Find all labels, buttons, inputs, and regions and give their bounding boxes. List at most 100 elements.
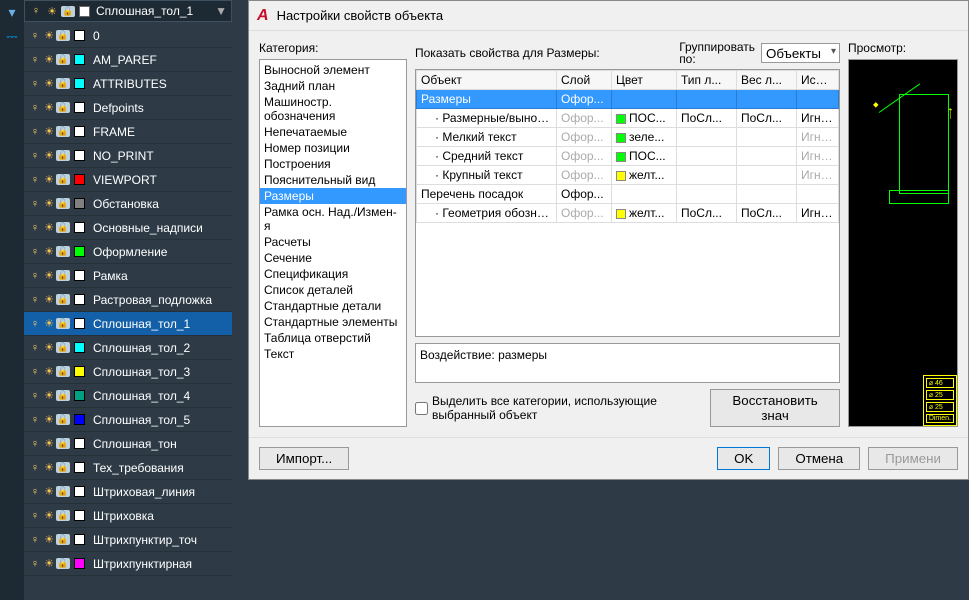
lightbulb-icon[interactable]: ♀ [28, 150, 42, 162]
grid-header[interactable]: Использ... [797, 71, 839, 90]
lightbulb-icon[interactable]: ♀ [28, 294, 42, 306]
lock-icon[interactable]: 🔓 [56, 342, 70, 353]
category-item[interactable]: Непечатаемые [260, 124, 406, 140]
lightbulb-icon[interactable]: ♀ [28, 534, 42, 546]
sun-icon[interactable]: ☀ [42, 149, 56, 162]
lock-icon[interactable]: 🔓 [56, 78, 70, 89]
lock-icon[interactable]: 🔓 [56, 414, 70, 425]
lightbulb-icon[interactable]: ♀ [28, 318, 42, 330]
category-item[interactable]: Стандартные детали [260, 298, 406, 314]
layer-row[interactable]: ♀☀🔓Сплошная_тон [24, 432, 232, 456]
lock-icon[interactable]: 🔓 [56, 390, 70, 401]
grid-header[interactable]: Тип л... [677, 71, 737, 90]
lightbulb-icon[interactable]: ♀ [28, 558, 42, 570]
layer-row[interactable]: ♀☀🔓Сплошная_тол_3 [24, 360, 232, 384]
lock-icon[interactable]: 🔓 [56, 54, 70, 65]
layer-row[interactable]: ♀☀🔓Сплошная_тол_2 [24, 336, 232, 360]
lightbulb-icon[interactable]: ♀ [28, 102, 42, 114]
toolbar-icon-1[interactable]: ▾ [0, 0, 24, 24]
lock-icon[interactable]: 🔓 [56, 198, 70, 209]
category-item[interactable]: Пояснительный вид [260, 172, 406, 188]
category-item[interactable]: Рамка осн. Над./Измен-я [260, 204, 406, 234]
lock-icon[interactable]: 🔓 [56, 246, 70, 257]
lightbulb-icon[interactable]: ♀ [28, 486, 42, 498]
sun-icon[interactable]: ☀ [42, 485, 56, 498]
grid-header[interactable]: Цвет [612, 71, 677, 90]
lightbulb-icon[interactable]: ♀ [28, 198, 42, 210]
lock-icon[interactable]: 🔓 [56, 150, 70, 161]
lightbulb-icon[interactable]: ♀ [28, 54, 42, 66]
category-item[interactable]: Таблица отверстий [260, 330, 406, 346]
layer-row[interactable]: ♀☀🔓AM_PAREF [24, 48, 232, 72]
highlight-all-checkbox[interactable] [415, 402, 428, 415]
toolbar-icon-2[interactable]: ⎓ [0, 24, 24, 48]
lock-icon[interactable]: 🔓 [56, 318, 70, 329]
layer-row[interactable]: ♀☀🔓Обстановка [24, 192, 232, 216]
lock-icon[interactable]: 🔓 [56, 558, 70, 569]
lightbulb-icon[interactable]: ♀ [28, 222, 42, 234]
layer-row[interactable]: ♀☀🔓Штриховая_линия [24, 480, 232, 504]
sun-icon[interactable]: ☀ [42, 221, 56, 234]
sun-icon[interactable]: ☀ [42, 197, 56, 210]
lock-icon[interactable]: 🔓 [56, 222, 70, 233]
sun-icon[interactable]: ☀ [42, 125, 56, 138]
current-layer-combo[interactable]: ♀ ☀ 🔓 Сплошная_тол_1 ▼ [24, 0, 232, 22]
layer-row[interactable]: ♀☀🔓Штрихпунктирная [24, 552, 232, 576]
lightbulb-icon[interactable]: ♀ [28, 462, 42, 474]
sun-icon[interactable]: ☀ [42, 317, 56, 330]
layer-row[interactable]: ♀☀🔓Сплошная_тол_5 [24, 408, 232, 432]
grid-header[interactable]: Слой [557, 71, 612, 90]
layer-row[interactable]: ♀☀🔓FRAME [24, 120, 232, 144]
lightbulb-icon[interactable]: ♀ [28, 438, 42, 450]
grid-header[interactable]: Вес л... [737, 71, 797, 90]
sun-icon[interactable]: ☀ [42, 341, 56, 354]
lightbulb-icon[interactable]: ♀ [28, 414, 42, 426]
sun-icon[interactable]: ☀ [42, 557, 56, 570]
grid-row[interactable]: Перечень посадокОфор... [417, 185, 839, 204]
layer-row[interactable]: ♀☀🔓Основные_надписи [24, 216, 232, 240]
grid-header[interactable]: Объект [417, 71, 557, 90]
layer-row[interactable]: ♀☀🔓Сплошная_тол_1 [24, 312, 232, 336]
sun-icon[interactable]: ☀ [42, 461, 56, 474]
sun-icon[interactable]: ☀ [42, 29, 56, 42]
apply-button[interactable]: Примени [868, 447, 958, 470]
import-button[interactable]: Импорт... [259, 447, 349, 470]
lock-icon[interactable]: 🔓 [56, 102, 70, 113]
layer-row[interactable]: ♀☀🔓Defpoints [24, 96, 232, 120]
lock-icon[interactable]: 🔓 [56, 30, 70, 41]
grid-row[interactable]: · Геометрия обозначе...Офор...желт...ПоС… [417, 204, 839, 223]
lightbulb-icon[interactable]: ♀ [28, 342, 42, 354]
lightbulb-icon[interactable]: ♀ [28, 366, 42, 378]
layer-row[interactable]: ♀☀🔓ATTRIBUTES [24, 72, 232, 96]
sun-icon[interactable]: ☀ [42, 173, 56, 186]
lock-icon[interactable]: 🔓 [56, 534, 70, 545]
properties-grid[interactable]: ОбъектСлойЦветТип л...Вес л...Использ...… [415, 69, 840, 337]
lightbulb-icon[interactable]: ♀ [28, 126, 42, 138]
grid-row[interactable]: · Размерные/выносн...Офор...ПОС...ПоСл..… [417, 109, 839, 128]
lock-icon[interactable]: 🔓 [56, 174, 70, 185]
category-item[interactable]: Машиностр. обозначения [260, 94, 406, 124]
sun-icon[interactable]: ☀ [42, 365, 56, 378]
category-item[interactable]: Текст [260, 346, 406, 362]
category-item[interactable]: Выносной элемент [260, 62, 406, 78]
sun-icon[interactable]: ☀ [42, 53, 56, 66]
lock-icon[interactable]: 🔓 [56, 270, 70, 281]
category-item[interactable]: Размеры [260, 188, 406, 204]
sun-icon[interactable]: ☀ [42, 245, 56, 258]
lock-icon[interactable]: 🔓 [56, 486, 70, 497]
grid-row[interactable]: · Крупный текстОфор...желт...Игнор. н... [417, 166, 839, 185]
category-listbox[interactable]: Выносной элементЗадний планМашиностр. об… [259, 59, 407, 427]
layer-row[interactable]: ♀☀🔓Штрихпунктир_точ [24, 528, 232, 552]
sun-icon[interactable]: ☀ [42, 413, 56, 426]
sun-icon[interactable]: ☀ [42, 509, 56, 522]
sun-icon[interactable]: ☀ [42, 77, 56, 90]
layer-row[interactable]: ♀☀🔓0 [24, 24, 232, 48]
grid-row[interactable]: · Мелкий текстОфор...зеле...Игнор. н... [417, 128, 839, 147]
ok-button[interactable]: OK [717, 447, 770, 470]
restore-defaults-button[interactable]: Восстановить знач [710, 389, 840, 427]
lightbulb-icon[interactable]: ♀ [28, 510, 42, 522]
layer-row[interactable]: ♀☀🔓Тех_требования [24, 456, 232, 480]
layer-row[interactable]: ♀☀🔓NO_PRINT [24, 144, 232, 168]
sun-icon[interactable]: ☀ [42, 269, 56, 282]
lock-icon[interactable]: 🔓 [56, 294, 70, 305]
